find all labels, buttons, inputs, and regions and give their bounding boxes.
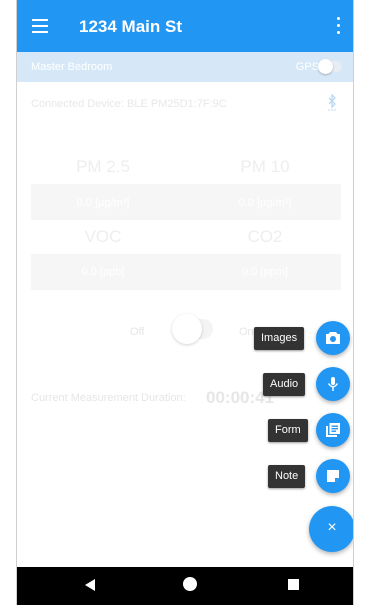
location-bar: Master Bedroom GPS [17, 52, 353, 82]
voc-value: 0.0 [ppb] [81, 266, 125, 278]
pm10-value: 0.0 [µg/m³] [238, 197, 292, 209]
room-name: Master Bedroom [31, 61, 113, 73]
form-icon [326, 423, 340, 437]
toggle-off-label: Off [130, 326, 145, 338]
pm25-value: 0.0 [µg/m³] [76, 197, 130, 209]
connected-device: Connected Device: BLE PM25D1:7F:9C [31, 98, 227, 110]
voc-label: VOC [84, 227, 122, 246]
form-chip[interactable]: Form [268, 419, 308, 442]
recent-apps-icon[interactable] [288, 579, 299, 590]
images-chip[interactable]: Images [254, 327, 305, 350]
hamburger-menu-icon[interactable] [32, 19, 48, 33]
note-icon [327, 470, 339, 482]
camera-icon [326, 332, 340, 344]
form-fab[interactable] [316, 413, 350, 447]
app-screen: 1234 Main St Master Bedroom GPS Connecte… [16, 0, 354, 605]
connected-device-label: Connected Device: [31, 98, 124, 110]
page-title: 1234 Main St [79, 17, 182, 36]
close-fab[interactable]: × [309, 506, 353, 552]
co2-label: CO2 [247, 227, 283, 246]
note-chip[interactable]: Note [268, 465, 306, 488]
pm10-label: PM 10 [240, 157, 290, 176]
gps-toggle[interactable] [318, 59, 342, 74]
app-bar: 1234 Main St [17, 0, 353, 52]
bluetooth-icon[interactable] [326, 94, 338, 112]
more-options-icon[interactable] [337, 17, 341, 35]
images-fab[interactable] [316, 321, 350, 355]
close-icon: × [327, 519, 337, 536]
measurement-toggle[interactable] [172, 314, 213, 344]
pm25-label: PM 2.5 [76, 157, 130, 176]
system-nav-bar [17, 567, 353, 605]
duration-label: Current Measurement Duration: [31, 392, 186, 404]
toggle-on-label: On [239, 326, 254, 338]
back-icon[interactable] [85, 579, 95, 591]
co2-value: 0.0 [ppm] [242, 266, 288, 278]
connected-device-name: BLE PM25D1:7F:9C [127, 98, 227, 110]
note-fab[interactable] [316, 459, 350, 493]
device-frame: 1234 Main St Master Bedroom GPS Connecte… [0, 0, 368, 605]
microphone-icon [327, 377, 339, 391]
audio-fab[interactable] [316, 367, 350, 401]
audio-chip[interactable]: Audio [263, 373, 306, 396]
gps-label: GPS [295, 61, 319, 73]
home-icon[interactable] [183, 577, 197, 591]
